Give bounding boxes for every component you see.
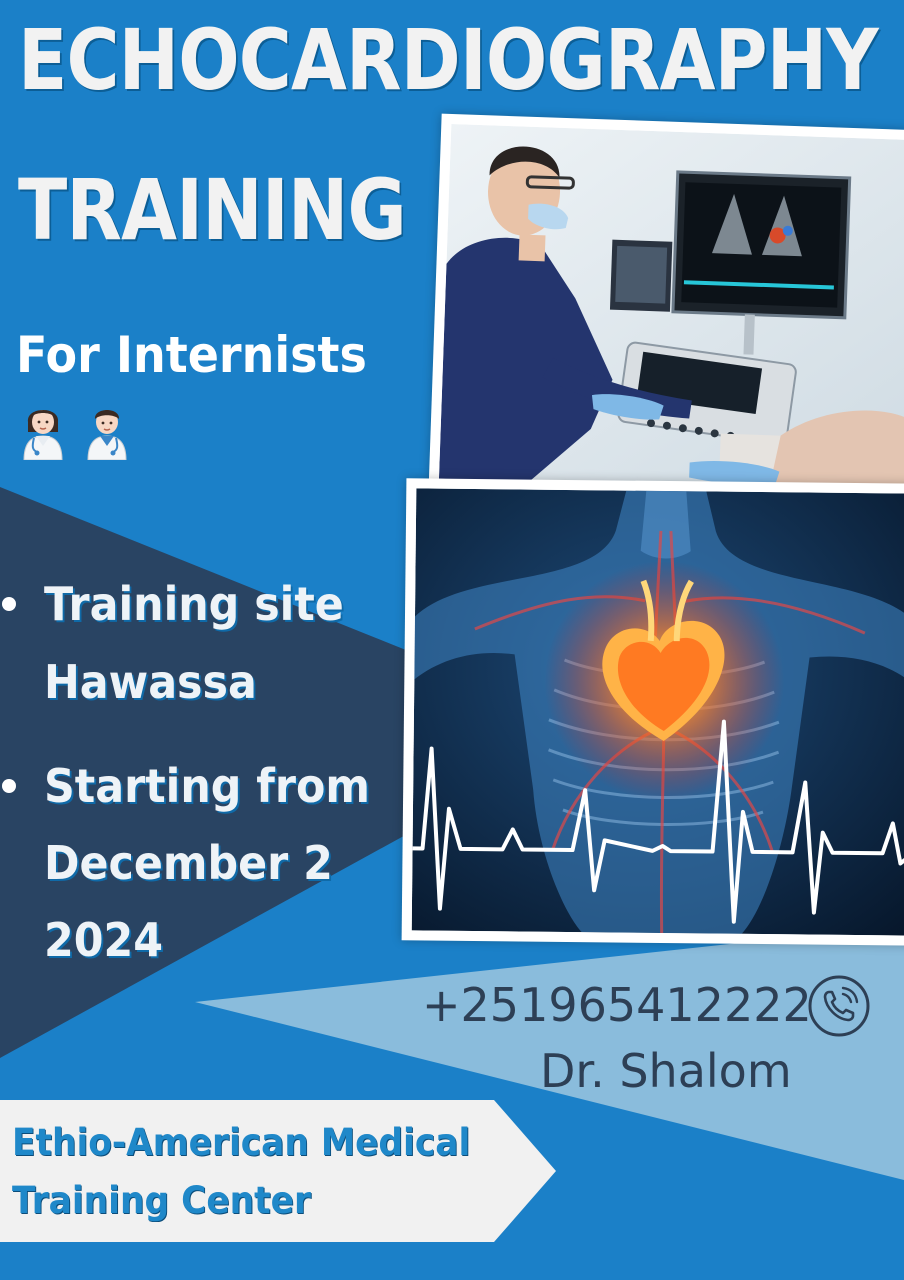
- man-health-worker-icon: [87, 410, 127, 460]
- bullet-line: Training site: [44, 577, 344, 631]
- title-line-1: ECHOCARDIOGRAPHY: [18, 11, 879, 109]
- phone-number[interactable]: +251965412222: [422, 982, 812, 1028]
- bullet-dot: [2, 597, 16, 611]
- organization-name-line-2: Training Center: [12, 1179, 311, 1222]
- phone-icon[interactable]: [807, 974, 871, 1038]
- bullet-line: Starting from: [44, 759, 370, 813]
- woman-health-worker-icon: [23, 410, 63, 460]
- organization-banner: Ethio-American Medical Training Center: [0, 1100, 556, 1242]
- organization-name-line-1: Ethio-American Medical: [12, 1121, 471, 1164]
- bullet-line: December 2: [44, 836, 333, 890]
- poster: ECHOCARDIOGRAPHY TRAINING For Internists: [0, 0, 904, 1280]
- bullet-line: 2024: [44, 913, 164, 967]
- title-line-2: TRAINING: [18, 161, 407, 259]
- bullet-line: Hawassa: [44, 655, 257, 709]
- bullet-dot: [2, 779, 16, 793]
- subtitle: For Internists: [16, 326, 367, 384]
- heart-anatomy-ecg-illustration: [401, 478, 904, 946]
- contact-name: Dr. Shalom: [540, 1044, 792, 1098]
- sonographer-at-ultrasound-machine-photo: [428, 113, 904, 506]
